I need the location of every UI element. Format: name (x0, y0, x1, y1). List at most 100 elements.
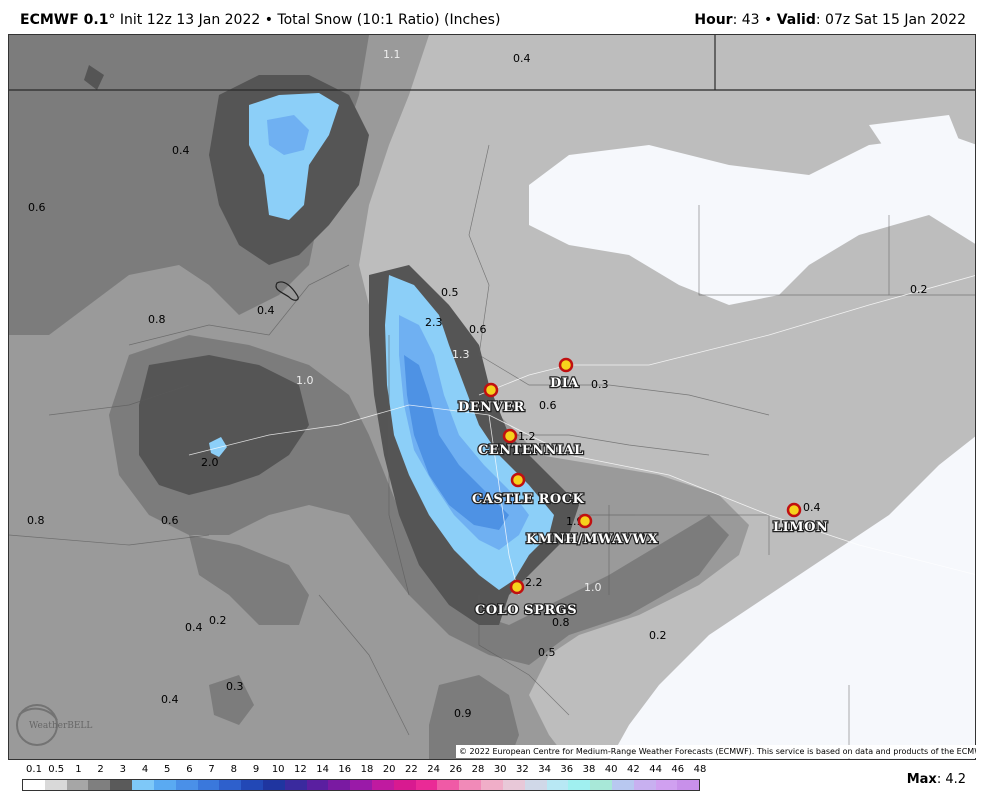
snowfall-map: 1.1 0.4 0.4 0.6 0.4 0.8 0.5 2.3 0.6 1.3 … (8, 34, 976, 760)
value-label: 2.2 (525, 576, 543, 589)
legend-swatch (546, 780, 569, 790)
max-number: : 4.2 (936, 772, 966, 787)
value-label: 1.3 (452, 348, 470, 361)
legend-swatch (459, 780, 482, 790)
value-label: 0.4 (803, 501, 821, 514)
value-label: 0.4 (161, 693, 179, 706)
value-label: 0.5 (441, 286, 459, 299)
legend-swatch (655, 780, 678, 790)
legend-tick-label: 20 (382, 764, 396, 775)
legend-tick-label: 7 (208, 764, 215, 775)
legend-tick-label: 8 (230, 764, 237, 775)
legend-tick-label: 38 (582, 764, 596, 775)
model-name: ECMWF 0.1 (20, 12, 109, 28)
city-label-limon: LIMON (773, 520, 828, 535)
legend-tick-label: 40 (604, 764, 618, 775)
valid-label: Valid (776, 12, 816, 28)
legend-tick-label: 24 (427, 764, 440, 775)
city-marker-dia[interactable] (558, 357, 574, 373)
legend-tick-label: 6 (186, 764, 193, 775)
legend-swatch (23, 780, 45, 790)
value-label: 1.0 (584, 581, 602, 594)
legend-tick-label: 10 (271, 764, 285, 775)
value-label: 0.4 (172, 144, 190, 157)
city-label-colo-sprgs: COLO SPRGS (475, 603, 577, 618)
city-label-castle-rock: CASTLE ROCK (472, 492, 585, 507)
legend-swatch (590, 780, 612, 790)
max-label: Max (906, 772, 937, 787)
legend-swatch (568, 780, 591, 790)
legend-tick-label: 1 (75, 764, 82, 775)
value-label: 0.8 (148, 313, 166, 326)
value-label: 0.8 (27, 514, 45, 527)
legend-tick-label: 26 (449, 764, 463, 775)
legend-tick-label: 44 (649, 764, 662, 775)
legend-swatch (611, 780, 634, 790)
legend-swatch (372, 780, 394, 790)
legend-tick-label: 4 (141, 764, 149, 775)
city-marker-castle-rock[interactable] (510, 472, 526, 488)
legend-tick-label: 28 (471, 764, 485, 775)
legend-swatch (328, 780, 351, 790)
value-label: 0.6 (469, 323, 487, 336)
legend-swatch (132, 780, 154, 790)
city-marker-denver[interactable] (483, 382, 499, 398)
value-label: 2.0 (201, 456, 219, 469)
legend-tick-label: 36 (560, 764, 574, 775)
city-label-dia: DIA (550, 376, 579, 391)
valid-value: : 07z Sat 15 Jan 2022 (815, 12, 966, 28)
value-label: 0.2 (910, 283, 928, 296)
legend-tick-label: 16 (338, 764, 352, 775)
legend-tick-label: 14 (316, 764, 329, 775)
legend-swatch (241, 780, 263, 790)
legend-color-bar (22, 779, 700, 791)
map-title: ECMWF 0.1° Init 12z 13 Jan 2022 • Total … (20, 12, 500, 28)
value-label: 0.5 (538, 646, 556, 659)
legend-swatch (502, 780, 525, 790)
color-legend: 0.1 0.5 1 2 3 4 5 6 7 8 9 10 12 14 16 18 20 22 24 26 28 30 32 3… (22, 764, 706, 804)
legend-swatch (219, 780, 242, 790)
legend-swatch (524, 780, 547, 790)
value-label: 0.4 (185, 621, 203, 634)
city-label-denver: DENVER (458, 400, 525, 415)
value-label: 0.3 (591, 378, 609, 391)
city-marker-limon[interactable] (786, 502, 802, 518)
ecmwf-credit: © 2022 European Centre for Medium-Range … (456, 745, 976, 758)
legend-tick-label: 5 (164, 764, 171, 775)
legend-tick-label: 48 (693, 764, 707, 775)
legend-swatch (481, 780, 503, 790)
legend-tick-label: 2 (97, 764, 104, 775)
value-label: 0.2 (209, 614, 227, 627)
value-label: 0.6 (28, 201, 46, 214)
legend-tick-label: 34 (538, 764, 551, 775)
snowfall-map-svg: 1.1 0.4 0.4 0.6 0.4 0.8 0.5 2.3 0.6 1.3 … (9, 35, 975, 759)
city-marker-colo-sprgs[interactable] (509, 579, 525, 595)
city-marker-centennial[interactable] (502, 428, 518, 444)
value-label: 0.6 (539, 399, 557, 412)
legend-tick-label: 32 (516, 764, 529, 775)
legend-swatch (88, 780, 111, 790)
legend-swatch (110, 780, 133, 790)
logo-text: WeatherBELL (29, 721, 92, 731)
max-value: Max: 4.2 (907, 772, 966, 787)
city-label-kmnh: KMNH/MWAVWX (526, 532, 659, 547)
hour-value: : 43 • (732, 12, 777, 28)
legend-swatch (350, 780, 372, 790)
value-label: 1.1 (383, 48, 401, 61)
legend-tick-label: 0.5 (48, 764, 65, 775)
hour-label: Hour (694, 12, 733, 28)
legend-tick-label: 42 (627, 764, 640, 775)
value-label: 0.4 (513, 52, 531, 65)
legend-tick-label: 3 (119, 764, 126, 775)
legend-swatch (175, 780, 198, 790)
legend-swatch (66, 780, 89, 790)
map-header: ECMWF 0.1° Init 12z 13 Jan 2022 • Total … (0, 0, 984, 34)
legend-swatch (393, 780, 416, 790)
legend-tick-label: 0.1 (26, 764, 42, 775)
city-marker-kmnh[interactable] (577, 513, 593, 529)
value-label: 0.9 (454, 707, 472, 720)
init-and-product: Init 12z 13 Jan 2022 • Total Snow (10:1 … (115, 12, 501, 28)
value-label: 1.2 (518, 430, 536, 443)
city-label-centennial: CENTENNIAL (478, 443, 584, 458)
legend-tick-label: 18 (360, 764, 374, 775)
